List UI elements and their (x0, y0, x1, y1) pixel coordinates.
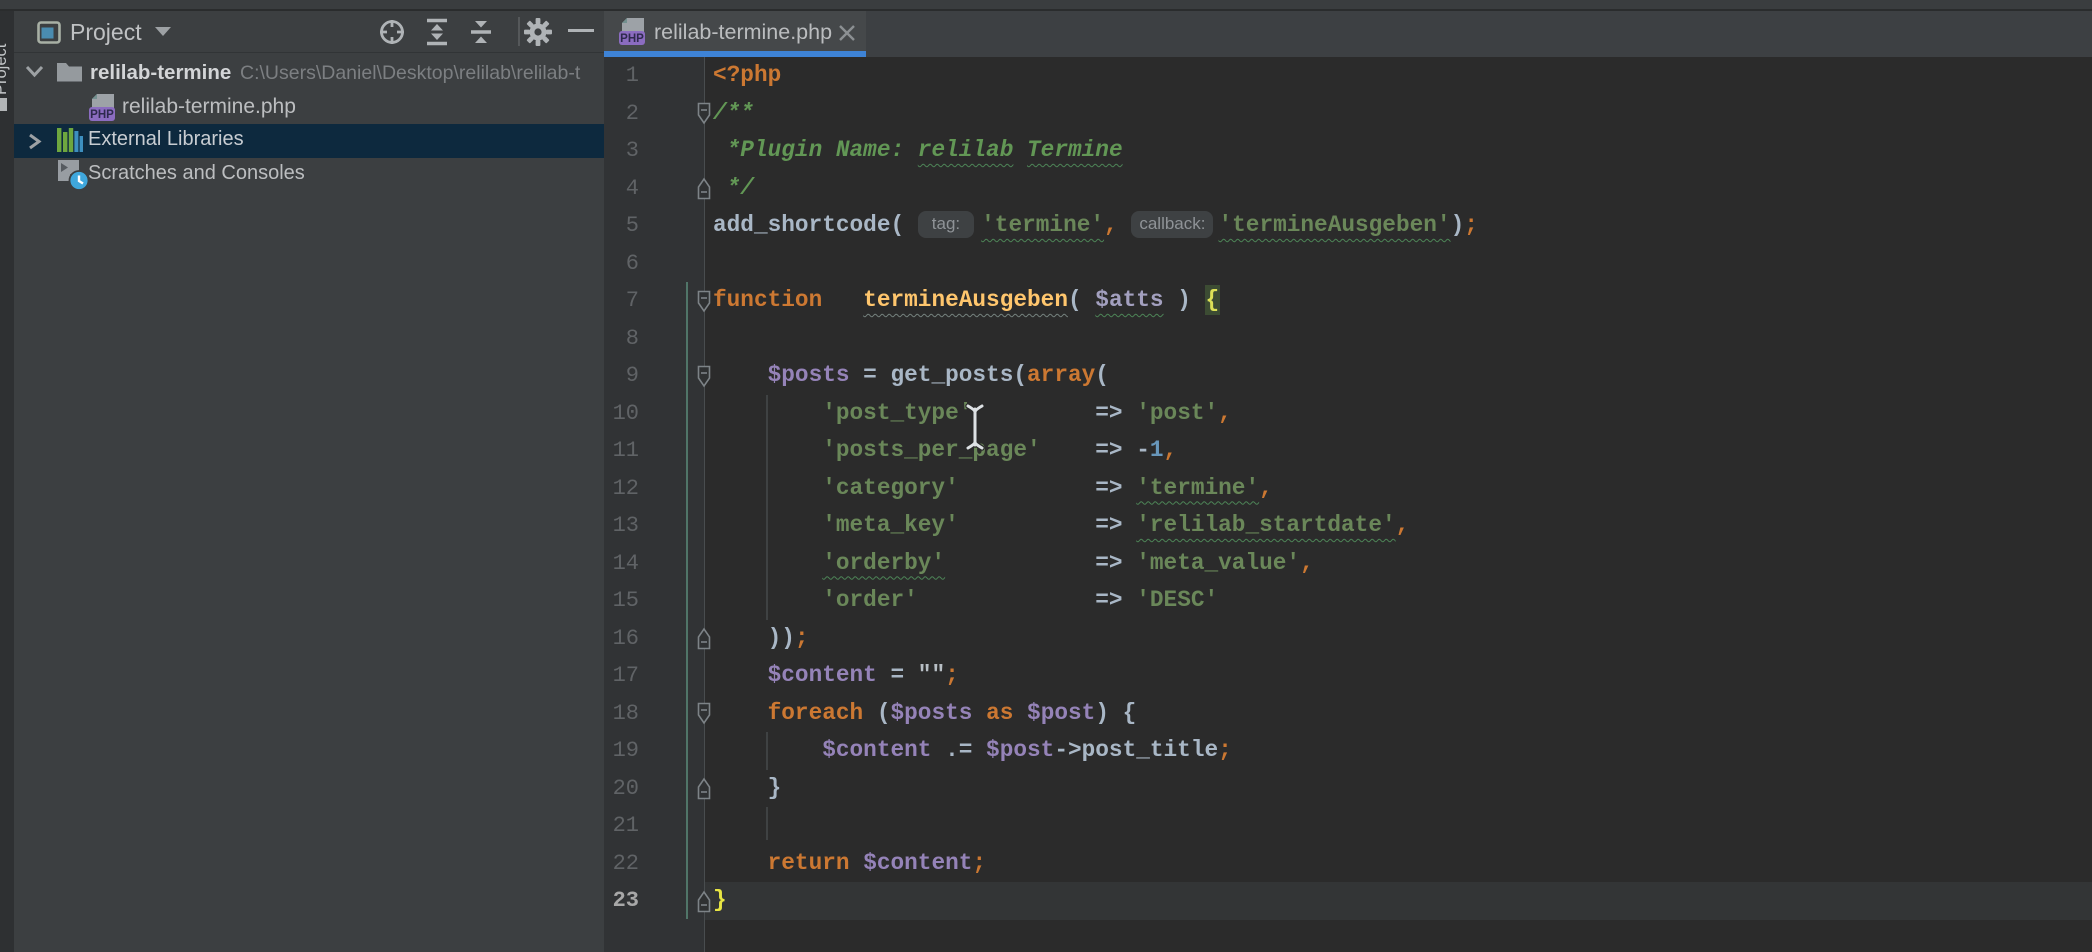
svg-text:PHP: PHP (620, 33, 644, 45)
svg-text:PHP: PHP (90, 109, 114, 121)
